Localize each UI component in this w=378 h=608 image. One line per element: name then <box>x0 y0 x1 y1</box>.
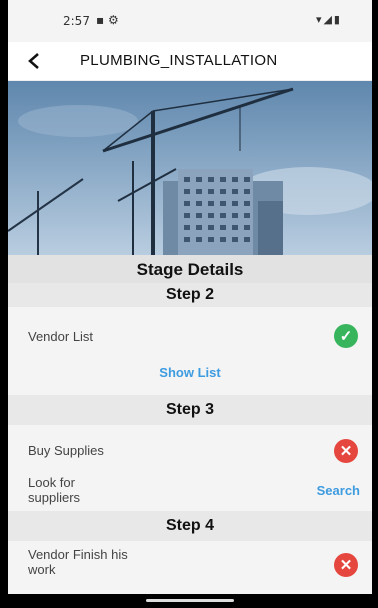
step-4-header: Step 4 <box>8 511 372 541</box>
step-2-header: Step 2 <box>8 283 372 307</box>
notification-icons: ▪ ⚙ <box>96 13 119 27</box>
signal-battery-icons: ▾◢▮ <box>315 13 342 26</box>
stage-details-heading: Stage Details <box>8 255 372 283</box>
back-button[interactable] <box>20 47 48 75</box>
system-nav-bar <box>0 594 378 608</box>
vendor-list-label: Vendor List <box>28 329 94 344</box>
look-for-suppliers-row: Look for suppliers Search <box>8 475 372 511</box>
hero-image <box>8 81 372 255</box>
step-3-header: Step 3 <box>8 395 372 425</box>
home-indicator[interactable] <box>146 599 234 602</box>
status-time: 2:57 <box>63 14 90 28</box>
search-link[interactable]: Search <box>317 483 360 498</box>
check-icon: ✓ <box>334 324 358 348</box>
status-bar: 2:57 ▪ ⚙ ▾◢▮ <box>8 0 372 42</box>
construction-cranes-image <box>8 87 372 255</box>
vendor-finish-label: Vendor Finish his work <box>28 547 128 577</box>
phone-screen: 2:57 ▪ ⚙ ▾◢▮ PLUMBING_INSTALLATION Stage… <box>8 0 372 608</box>
vendor-finish-row: Vendor Finish his work ✕ <box>8 541 372 591</box>
show-list-link[interactable]: Show List <box>159 365 220 380</box>
vendor-list-row: Vendor List ✓ <box>8 307 372 361</box>
look-for-suppliers-label: Look for suppliers <box>28 475 81 505</box>
buy-supplies-row: Buy Supplies ✕ <box>8 425 372 475</box>
buy-supplies-label: Buy Supplies <box>28 443 104 458</box>
close-icon: ✕ <box>334 553 358 577</box>
show-list-row: Show List <box>8 361 372 395</box>
app-bar: PLUMBING_INSTALLATION <box>8 42 372 81</box>
page-title: PLUMBING_INSTALLATION <box>80 52 278 69</box>
close-icon: ✕ <box>334 439 358 463</box>
back-arrow-icon <box>28 53 39 69</box>
